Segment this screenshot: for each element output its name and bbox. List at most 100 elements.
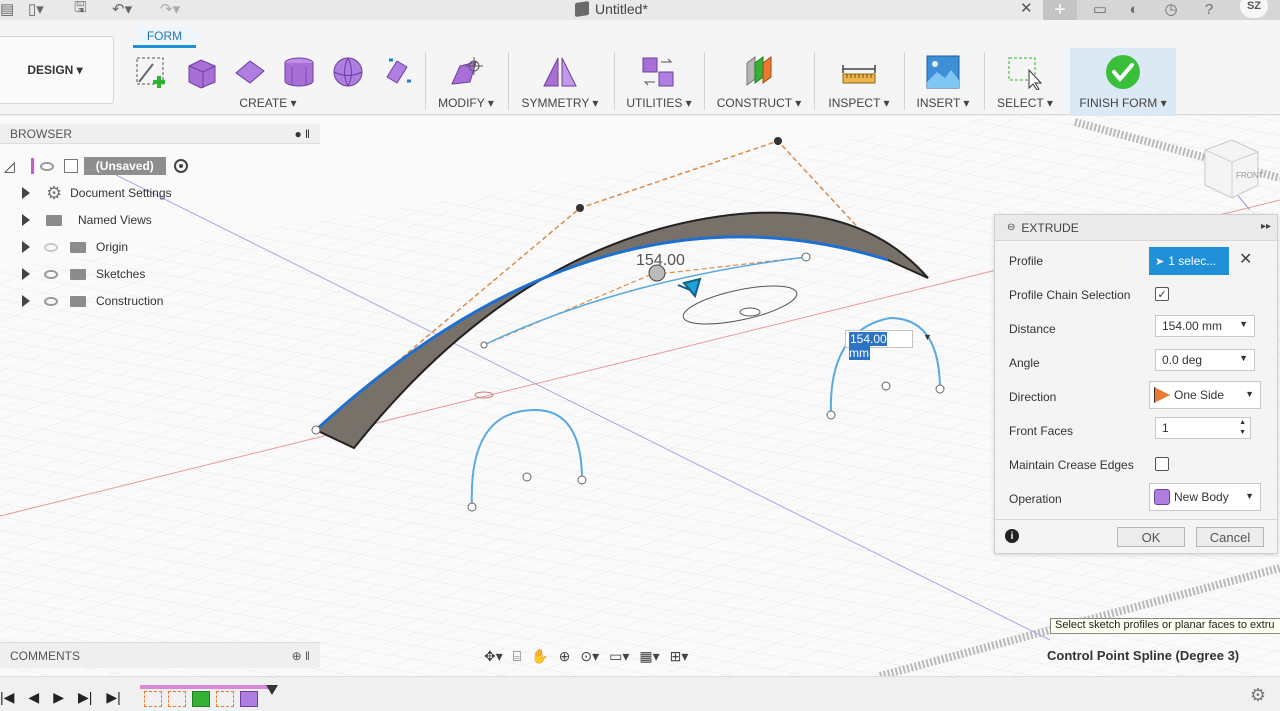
expand-triangle-icon[interactable]	[22, 241, 30, 253]
angle-field[interactable]: 0.0 deg ▼	[1155, 349, 1255, 371]
insert-image-icon[interactable]	[925, 54, 961, 90]
edit-form-icon[interactable]	[446, 54, 486, 90]
direction-select[interactable]: One Side ▼	[1149, 381, 1261, 409]
sketch-feature-icon[interactable]	[168, 691, 186, 707]
chevron-down-icon[interactable]: ▼	[1239, 353, 1248, 363]
insert-group-label[interactable]: INSERT ▾	[908, 96, 978, 110]
plane-feature-icon[interactable]	[192, 691, 210, 707]
step-forward-icon[interactable]: ▶|	[78, 689, 92, 706]
browser-item-origin[interactable]: Origin	[22, 236, 128, 258]
go-to-start-icon[interactable]: |◀	[0, 689, 14, 706]
play-icon[interactable]: ▶	[53, 689, 64, 706]
collapse-triangle-icon[interactable]: ◿	[4, 158, 15, 175]
plane-icon[interactable]	[233, 55, 267, 89]
chevron-down-icon[interactable]: ▼	[1239, 319, 1248, 329]
orbit-icon[interactable]: ✥▾	[484, 648, 503, 665]
redo-icon[interactable]: ↷▾	[160, 0, 180, 20]
pan-icon[interactable]: ✋	[531, 648, 548, 665]
collapse-dot-icon[interactable]: ⊖	[1007, 222, 1015, 233]
browser-item-document-settings[interactable]: ⚙ Document Settings	[22, 182, 172, 204]
zoom-icon[interactable]: ⊕	[559, 648, 571, 665]
stepper-arrows-icon[interactable]: ▲ ▼	[1239, 418, 1246, 438]
fit-icon[interactable]: ⊙▾	[580, 648, 599, 665]
spline-point[interactable]	[311, 425, 321, 435]
comments-panel-header[interactable]: COMMENTS ⊕ ‖	[0, 642, 320, 668]
utilities-group-label[interactable]: UTILITIES ▾	[618, 96, 700, 110]
extrude-dialog-header[interactable]: ⊖ EXTRUDE ▸▸	[995, 215, 1277, 241]
close-tab-icon[interactable]: ✕	[1020, 0, 1033, 17]
dimension-dropdown-icon[interactable]: ▼	[923, 332, 932, 342]
go-to-end-icon[interactable]: ▶|	[106, 689, 120, 706]
visibility-eye-icon[interactable]	[39, 161, 54, 171]
document-tab[interactable]: Untitled*	[575, 0, 648, 18]
grid-settings-icon[interactable]: ▦▾	[639, 648, 659, 665]
hidden-eye-icon[interactable]	[44, 242, 58, 252]
browser-root[interactable]: ◿ (Unsaved)	[4, 155, 188, 177]
finish-form-check-icon[interactable]	[1104, 53, 1142, 91]
window-select-icon[interactable]	[1005, 54, 1045, 90]
history-icon[interactable]: ◷	[1160, 0, 1182, 20]
browser-root-label[interactable]: (Unsaved)	[83, 157, 166, 175]
arc-point[interactable]	[826, 410, 836, 420]
inspect-group-label[interactable]: INSPECT ▾	[818, 96, 900, 110]
activate-radio-icon[interactable]	[173, 159, 188, 173]
viewports-icon[interactable]: ⊞▾	[670, 648, 689, 665]
create-group-label[interactable]: CREATE ▾	[128, 96, 408, 110]
offset-plane-icon[interactable]	[739, 53, 779, 91]
display-settings-icon[interactable]: ▭▾	[609, 648, 629, 665]
mirror-icon[interactable]	[540, 54, 580, 90]
new-file-icon[interactable]: ▯▾	[28, 0, 44, 20]
construct-group-label[interactable]: CONSTRUCT ▾	[708, 96, 810, 110]
browser-item-named-views[interactable]: Named Views	[22, 209, 152, 231]
modify-group-label[interactable]: MODIFY ▾	[430, 96, 502, 110]
visibility-eye-icon[interactable]	[44, 269, 58, 279]
front-faces-stepper[interactable]: 1 ▲ ▼	[1155, 417, 1251, 439]
profile-chain-checkbox[interactable]: ✓	[1155, 287, 1169, 301]
look-at-icon[interactable]: ⌸	[513, 648, 521, 665]
job-status-icon[interactable]: ◐	[1123, 0, 1145, 20]
measure-icon[interactable]	[839, 57, 879, 87]
distance-dimension-input[interactable]: 154.00 mm	[845, 330, 913, 360]
sketch-feature-icon[interactable]	[216, 691, 234, 707]
operation-select[interactable]: New Body ▼	[1149, 483, 1261, 511]
control-point[interactable]	[774, 137, 782, 145]
step-back-icon[interactable]: ◀	[28, 689, 39, 706]
expand-triangle-icon[interactable]	[22, 214, 30, 226]
help-icon[interactable]: ?	[1198, 0, 1220, 20]
new-tab-button[interactable]: +	[1043, 0, 1077, 21]
convert-icon[interactable]	[639, 54, 679, 90]
undo-icon[interactable]: ↶▾	[112, 0, 132, 20]
cancel-button[interactable]: Cancel	[1196, 527, 1264, 547]
symmetry-group-label[interactable]: SYMMETRY ▾	[512, 96, 608, 110]
form-feature-icon[interactable]	[240, 691, 258, 707]
arc-point[interactable]	[935, 384, 945, 394]
gear-icon[interactable]: ⚙	[1250, 685, 1266, 706]
spline-point[interactable]	[801, 252, 811, 262]
info-icon[interactable]: i	[1005, 529, 1019, 543]
arc-point[interactable]	[522, 472, 532, 482]
cylinder-icon[interactable]	[281, 54, 317, 90]
timeline-marker[interactable]	[266, 685, 278, 695]
browser-collapse-icon[interactable]: ● ‖	[294, 127, 310, 141]
ok-button[interactable]: OK	[1117, 527, 1185, 547]
profile-select-button[interactable]: ➤ 1 selec...	[1149, 247, 1229, 275]
browser-item-construction[interactable]: Construction	[22, 290, 163, 312]
expand-triangle-icon[interactable]	[22, 187, 30, 199]
select-group-label[interactable]: SELECT ▾	[988, 96, 1062, 110]
distance-field[interactable]: 154.00 mm ▼	[1155, 315, 1255, 337]
arc-point[interactable]	[467, 502, 477, 512]
create-sketch-icon[interactable]	[133, 54, 169, 90]
sphere-icon[interactable]	[331, 55, 365, 89]
expand-triangle-icon[interactable]	[22, 268, 30, 280]
finish-form-label[interactable]: FINISH FORM ▾	[1070, 96, 1176, 110]
browser-item-sketches[interactable]: Sketches	[22, 263, 145, 285]
box-icon[interactable]	[183, 54, 219, 90]
chevron-down-icon[interactable]: ▼	[1245, 491, 1254, 501]
comments-controls-icon[interactable]: ⊕ ‖	[292, 649, 310, 663]
manipulator-handle[interactable]	[739, 307, 761, 317]
quadball-icon[interactable]	[379, 55, 413, 89]
workspace-switcher[interactable]: DESIGN ▾	[0, 36, 114, 104]
visibility-eye-icon[interactable]	[44, 296, 58, 306]
arc-point[interactable]	[881, 381, 891, 391]
expand-triangle-icon[interactable]	[22, 295, 30, 307]
